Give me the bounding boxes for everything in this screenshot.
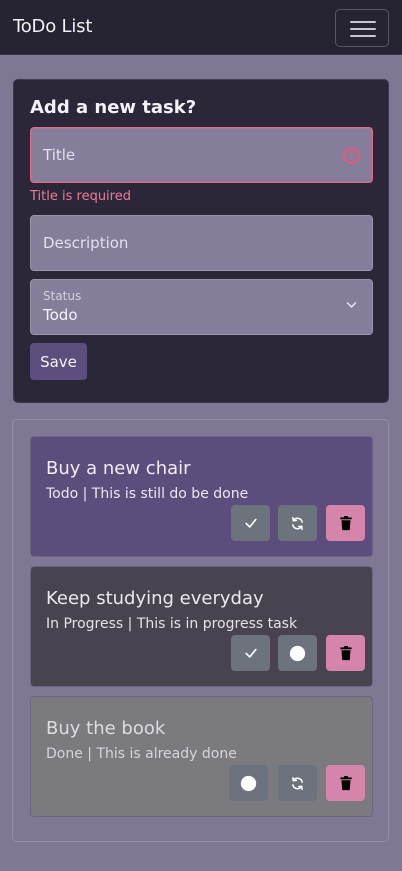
description-placeholder: Description — [43, 234, 129, 252]
status-label: Status — [43, 289, 82, 303]
mark-done-button[interactable] — [231, 635, 270, 671]
status-value: Todo — [43, 306, 78, 324]
title-error-message: Title is required — [30, 189, 131, 204]
menu-toggle-button[interactable] — [335, 9, 389, 47]
task-card: Buy the book Done | This is already done — [30, 696, 373, 817]
circle-icon — [240, 775, 257, 791]
mark-in-progress-button[interactable] — [278, 765, 317, 801]
refresh-icon — [292, 776, 303, 790]
title-placeholder: Title — [43, 146, 76, 164]
delete-task-button[interactable] — [326, 635, 365, 671]
task-title: Buy the book — [46, 718, 166, 739]
task-description: Done | This is already done — [46, 746, 237, 762]
navbar: ToDo List — [0, 0, 402, 55]
task-title: Buy a new chair — [46, 458, 191, 479]
delete-task-button[interactable] — [326, 505, 365, 541]
delete-task-button[interactable] — [326, 765, 365, 801]
task-card: Keep studying everyday In Progress | Thi… — [30, 566, 373, 687]
add-task-form: Add a new task? Title ! Title is require… — [13, 79, 389, 403]
check-icon — [244, 648, 257, 658]
app-title[interactable]: ToDo List — [13, 16, 92, 37]
mark-todo-button[interactable] — [229, 765, 268, 801]
status-select[interactable]: Status Todo — [30, 279, 373, 335]
mark-in-progress-button[interactable] — [278, 505, 317, 541]
trash-icon — [339, 775, 352, 790]
trash-icon — [339, 645, 352, 660]
task-list: Buy a new chair Todo | This is still do … — [12, 419, 389, 842]
chevron-down-icon — [346, 302, 357, 308]
title-input[interactable]: Title ! — [30, 127, 373, 183]
mark-done-button[interactable] — [231, 505, 270, 541]
description-input[interactable]: Description — [30, 215, 373, 271]
trash-icon — [339, 515, 352, 530]
task-title: Keep studying everyday — [46, 588, 264, 609]
check-icon — [244, 518, 257, 528]
task-description: Todo | This is still do be done — [46, 486, 249, 502]
refresh-icon — [292, 516, 303, 530]
task-description: In Progress | This is in progress task — [46, 616, 298, 632]
save-button[interactable]: Save — [30, 343, 87, 380]
mark-todo-button[interactable] — [278, 635, 317, 671]
circle-icon — [289, 645, 306, 661]
task-card: Buy a new chair Todo | This is still do … — [30, 436, 373, 557]
form-heading: Add a new task? — [30, 97, 197, 118]
error-icon: ! — [343, 147, 360, 164]
